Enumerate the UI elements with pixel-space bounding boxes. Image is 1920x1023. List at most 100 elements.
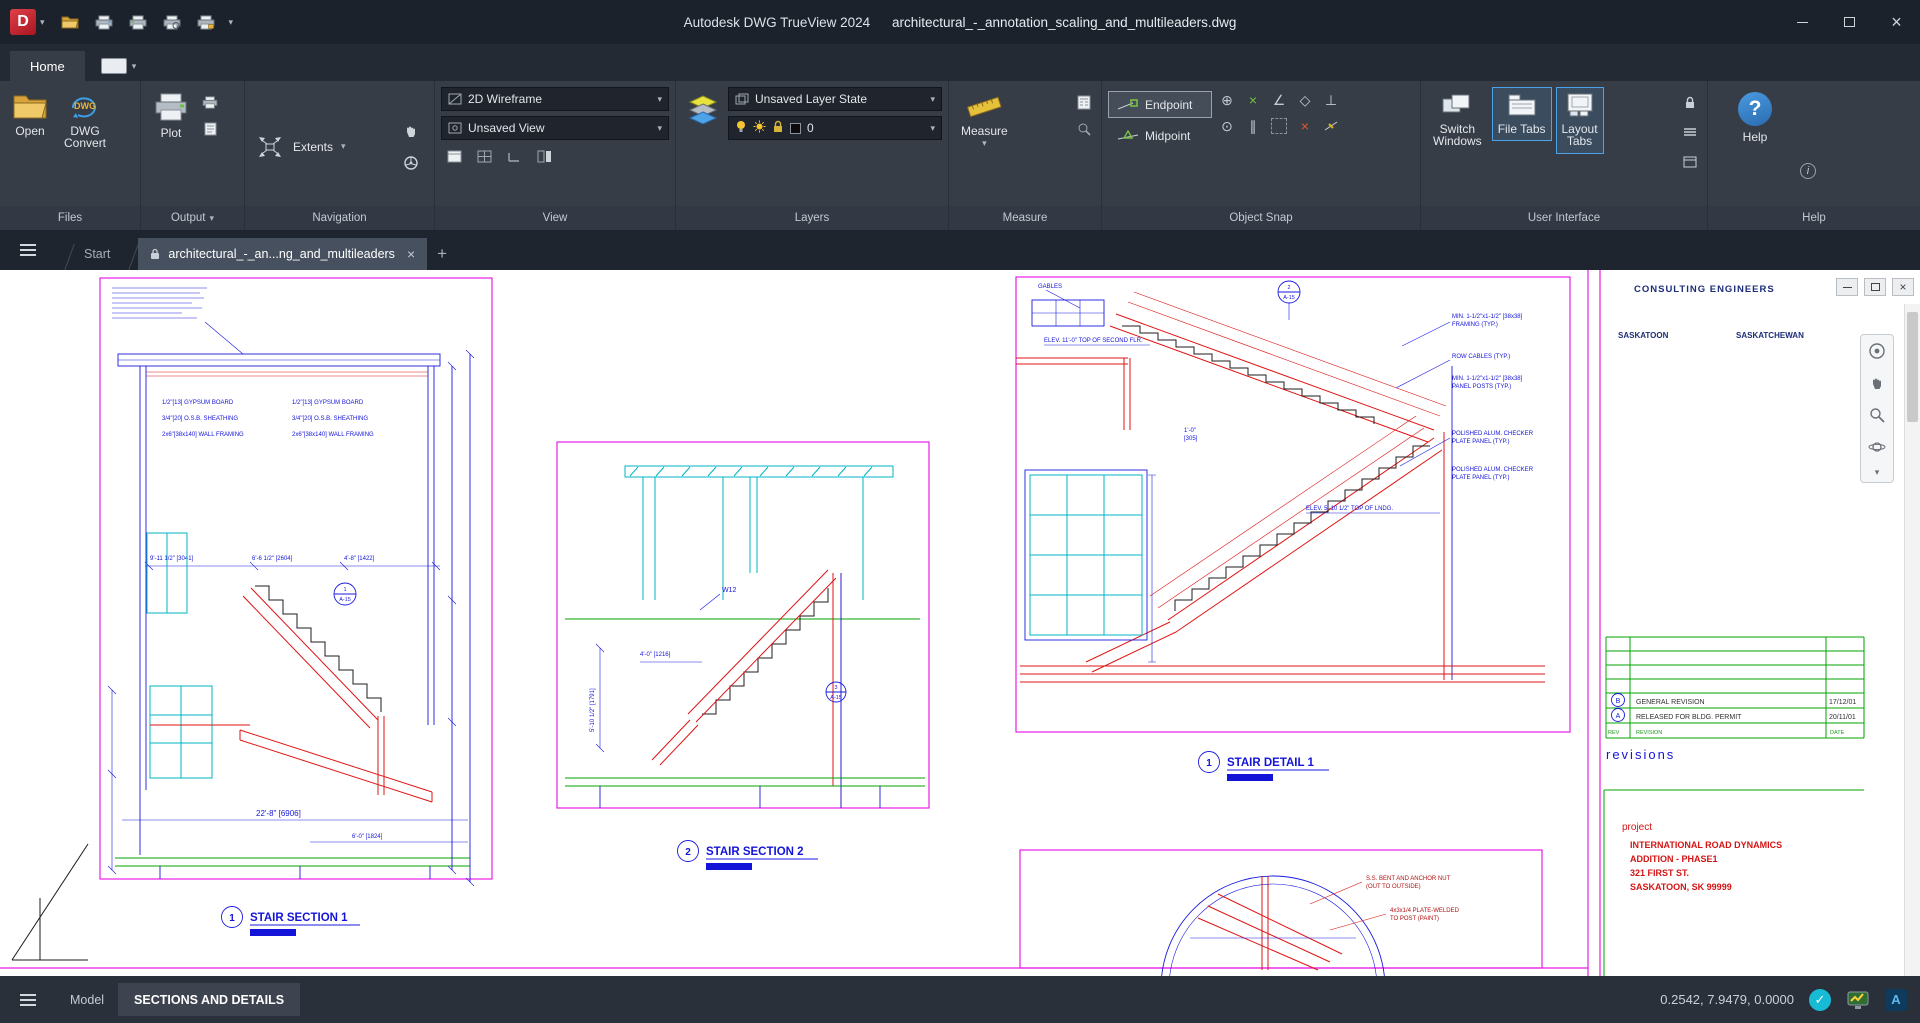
open-label: Open: [15, 124, 44, 138]
printer-setup-icon: [197, 15, 215, 30]
switch-windows-button[interactable]: Switch Windows: [1427, 87, 1488, 154]
scrollbar-thumb[interactable]: [1907, 312, 1918, 422]
status-bar-options-icon[interactable]: [1679, 121, 1701, 143]
model-tab-label: Model: [70, 993, 104, 1007]
layout-tabs-button[interactable]: Layout Tabs: [1556, 87, 1604, 154]
tab-close-icon[interactable]: ×: [407, 246, 415, 262]
close-button[interactable]: ×: [1873, 0, 1920, 44]
page-setup-manager-icon[interactable]: [199, 118, 221, 140]
app-logo-icon: D: [10, 9, 36, 35]
panel-label-navigation: Navigation: [245, 206, 434, 230]
status-bar: Model SECTIONS AND DETAILS 0.2542, 7.947…: [0, 976, 1920, 1023]
named-view-select[interactable]: Unsaved View ▾: [441, 116, 669, 140]
panel-label-output[interactable]: Output ▾: [141, 206, 244, 230]
visual-style-caret-icon: ▾: [657, 94, 662, 105]
page-setup-button[interactable]: [195, 11, 217, 33]
doc-minimize-button[interactable]: [1836, 278, 1858, 296]
navigation-bar-toggle-icon[interactable]: [533, 145, 555, 167]
layer-on-bulb-icon[interactable]: [735, 120, 747, 136]
file-tabs-button[interactable]: File Tabs: [1492, 87, 1552, 141]
osnap-perpendicular-icon[interactable]: ⊥: [1320, 89, 1342, 111]
measure-button[interactable]: Measure ▾: [955, 87, 1014, 154]
named-views-icon[interactable]: [443, 145, 465, 167]
steering-wheel-icon[interactable]: [400, 152, 422, 174]
help-button[interactable]: ? Help: [1732, 87, 1778, 149]
file-tab-menu-button[interactable]: [0, 230, 56, 270]
tab-divider: [120, 244, 139, 270]
layout-tab-sections-and-details[interactable]: SECTIONS AND DETAILS: [118, 983, 300, 1016]
doc-minimize-icon: [1843, 287, 1852, 288]
zoom-extents-icon: [255, 134, 285, 160]
ucs-icon-toggle[interactable]: [503, 145, 525, 167]
osnap-center-icon[interactable]: ⊕: [1216, 89, 1238, 111]
osnap-parallel-icon[interactable]: ∥: [1242, 115, 1264, 137]
tab-divider: [55, 244, 74, 270]
vertical-scrollbar[interactable]: [1904, 304, 1920, 976]
zoom-icon[interactable]: [1865, 403, 1889, 427]
minimize-button[interactable]: [1779, 0, 1826, 44]
osnap-geometric-center-icon[interactable]: ⊙: [1216, 115, 1238, 137]
batch-plot-icon[interactable]: [199, 91, 221, 113]
doc-close-button[interactable]: ×: [1892, 278, 1914, 296]
osnap-off-icon[interactable]: ×: [1294, 115, 1316, 137]
osnap-extension-icon[interactable]: ∠: [1268, 89, 1290, 111]
osnap-endpoint-button[interactable]: Endpoint: [1108, 91, 1212, 118]
osnap-node-icon[interactable]: [1271, 118, 1287, 134]
tab-start[interactable]: Start: [74, 238, 120, 270]
hamburger-icon: [20, 244, 36, 256]
open-file-button[interactable]: [59, 11, 81, 33]
new-tab-button[interactable]: +: [427, 238, 457, 270]
midpoint-label: Midpoint: [1145, 129, 1190, 143]
open-button[interactable]: Open: [6, 87, 54, 143]
visual-style-select[interactable]: 2D Wireframe ▾: [441, 87, 669, 111]
status-check-button[interactable]: ✓: [1808, 988, 1832, 1012]
tab-active-drawing[interactable]: architectural_-_an...ng_and_multileaders…: [138, 238, 427, 270]
tab-home[interactable]: Home: [10, 51, 85, 81]
navbar-more-caret-icon[interactable]: ▾: [1875, 467, 1880, 478]
navigation-bar: ▾: [1860, 334, 1894, 483]
plot-preview-button[interactable]: [161, 11, 183, 33]
layer-freeze-sun-icon[interactable]: [753, 120, 766, 136]
layer-lock-icon[interactable]: [772, 120, 784, 136]
model-tab[interactable]: Model: [56, 993, 118, 1007]
info-icon[interactable]: i: [1800, 163, 1816, 179]
layer-color-swatch[interactable]: [790, 123, 801, 134]
panel-label-view: View: [435, 206, 675, 230]
qat-customize-caret-icon[interactable]: ▾: [229, 17, 234, 28]
ribbon-options-button[interactable]: ▾: [93, 51, 145, 81]
lock-ui-icon[interactable]: [1679, 91, 1701, 113]
viewport-config-icon[interactable]: [473, 145, 495, 167]
layer-select[interactable]: 0 ▾: [728, 116, 942, 140]
svg-text:DWG: DWG: [74, 101, 96, 111]
clean-screen-icon[interactable]: [1679, 151, 1701, 173]
status-menu-button[interactable]: [0, 976, 56, 1023]
hdr-revision: REVISION: [1636, 730, 1662, 736]
osnap-intersection-icon[interactable]: ×: [1242, 89, 1264, 111]
quick-calc-icon[interactable]: [1073, 91, 1095, 113]
window-controls: ×: [1779, 0, 1920, 44]
layer-properties-button[interactable]: [682, 87, 724, 129]
doc-restore-button[interactable]: [1864, 278, 1886, 296]
osnap-midpoint-button[interactable]: Midpoint: [1108, 122, 1212, 149]
pan-icon[interactable]: [1865, 371, 1889, 395]
batch-plot-button[interactable]: [127, 11, 149, 33]
application-menu-button[interactable]: D ▾: [0, 0, 53, 44]
osnap-nearest-icon[interactable]: [1320, 115, 1342, 137]
orbit-icon[interactable]: [1865, 435, 1889, 459]
zoom-extents-button[interactable]: Extents ▾: [251, 130, 350, 164]
coordinates-display[interactable]: 0.2542, 7.9479, 0.0000: [1660, 992, 1794, 1007]
dwg-convert-button[interactable]: DWG DWG Convert: [58, 87, 112, 156]
id-point-icon[interactable]: [1073, 118, 1095, 140]
quick-access-toolbar: ▾: [53, 11, 234, 33]
osnap-quadrant-icon[interactable]: ◇: [1294, 89, 1316, 111]
plot-label: Plot: [161, 126, 182, 140]
plot-button[interactable]: Plot: [147, 87, 195, 145]
plot-button-qat[interactable]: [93, 11, 115, 33]
full-navigation-wheel-icon[interactable]: [1865, 339, 1889, 363]
graphics-performance-button[interactable]: [1846, 988, 1870, 1012]
autodesk-access-button[interactable]: A: [1884, 988, 1908, 1012]
maximize-button[interactable]: [1826, 0, 1873, 44]
pan-hand-icon[interactable]: [400, 120, 422, 142]
layer-state-select[interactable]: Unsaved Layer State ▾: [728, 87, 942, 111]
drawing-canvas[interactable]: 1/2"[13] GYPSUM BOARD 3/4"[20] O.S.B. SH…: [0, 270, 1920, 976]
